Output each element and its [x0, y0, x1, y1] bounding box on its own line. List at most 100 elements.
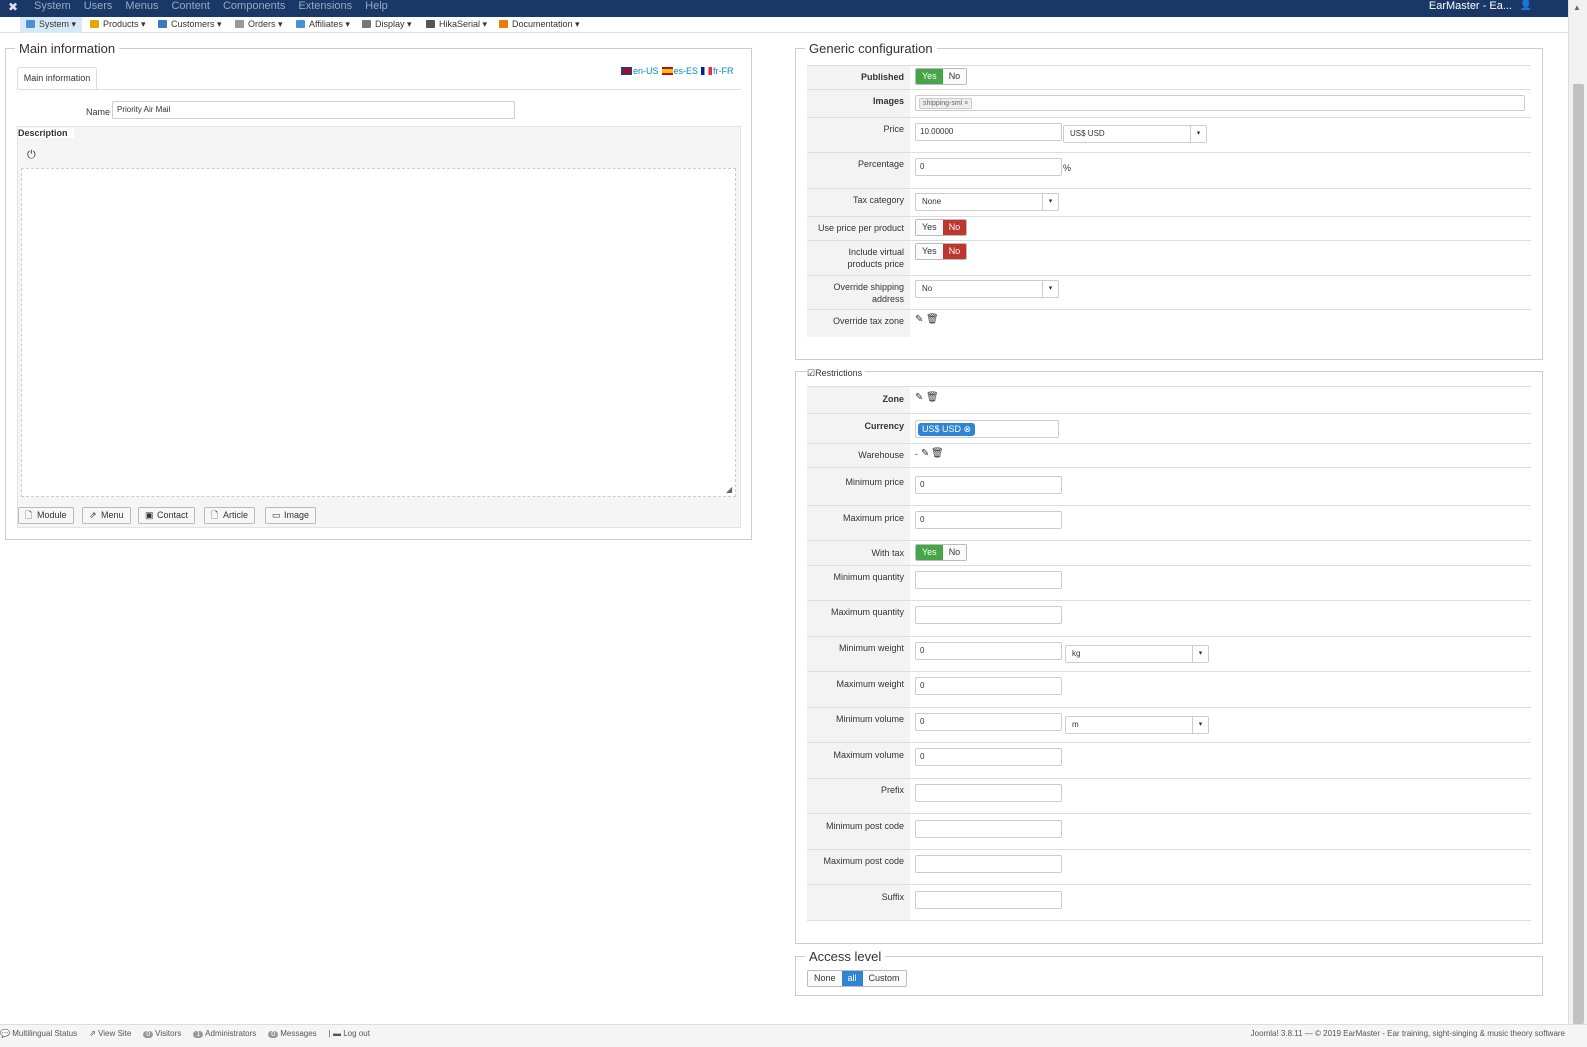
row-divider — [807, 565, 1531, 566]
visitors-status[interactable]: 0 Visitors — [143, 1029, 181, 1038]
price-input[interactable]: 10.00000 — [915, 123, 1062, 141]
multilingual-status-link[interactable]: 💬 Multilingual Status — [0, 1029, 77, 1038]
override-shipping-select[interactable]: No ▾ — [915, 280, 1059, 298]
image-button[interactable]: ▭ Image — [265, 507, 317, 524]
users-icon — [158, 20, 167, 28]
published-toggle[interactable]: Yes No — [915, 68, 968, 85]
module-button[interactable]: 🗋 Module — [18, 507, 74, 524]
warehouse-label: Warehouse — [858, 450, 904, 460]
max-price-input[interactable]: 0 — [915, 511, 1062, 529]
top-menu-users[interactable]: Users — [84, 0, 113, 12]
view-site-link[interactable]: ⇗ View Site — [89, 1029, 131, 1038]
top-menu-help[interactable]: Help — [365, 0, 388, 12]
hika-menu-products[interactable]: Products ▾ — [84, 17, 152, 33]
with-tax-no[interactable]: No — [942, 545, 967, 560]
power-icon[interactable]: ⏻ — [27, 149, 36, 162]
access-level-panel — [795, 956, 1543, 996]
top-menu-content[interactable]: Content — [171, 0, 210, 12]
hika-menu-system[interactable]: System ▾ — [20, 17, 83, 33]
messages-status[interactable]: 0 Messages — [268, 1029, 317, 1038]
hika-menu-orders[interactable]: Orders ▾ — [229, 17, 289, 33]
visitors-badge: 0 — [143, 1031, 154, 1038]
chevron-down-icon: ▾ — [1192, 646, 1208, 662]
trash-icon[interactable]: 🗑 — [926, 314, 939, 325]
top-menu-components[interactable]: Components — [223, 0, 285, 12]
menu-button[interactable]: ⇗ Menu — [82, 507, 131, 524]
trash-icon[interactable]: 🗑 — [926, 392, 939, 403]
lang-fr-fr[interactable]: fr-FR — [701, 66, 734, 76]
chevron-down-icon: ▾ — [1190, 126, 1206, 142]
tax-category-select[interactable]: None ▾ — [915, 193, 1059, 211]
page-scrollbar[interactable]: ▲ — [1568, 0, 1587, 1024]
trash-icon[interactable]: 🗑 — [931, 448, 944, 459]
weight-unit-select[interactable]: kg ▾ — [1065, 645, 1209, 663]
suffix-input[interactable] — [915, 891, 1062, 909]
row-divider — [807, 884, 1531, 885]
hika-menu-display[interactable]: Display ▾ — [356, 17, 418, 33]
include-virtual-toggle[interactable]: Yes No — [915, 243, 968, 260]
resize-handle-icon[interactable]: ◢ — [726, 485, 732, 494]
tab-main-information[interactable]: Main information — [17, 67, 97, 90]
include-virtual-yes[interactable]: Yes — [916, 244, 943, 259]
max-quantity-input[interactable] — [915, 606, 1062, 624]
images-field[interactable]: shipping-sml × — [915, 95, 1525, 111]
published-yes[interactable]: Yes — [916, 69, 943, 84]
use-price-yes[interactable]: Yes — [916, 220, 943, 235]
top-menu-system[interactable]: System — [34, 0, 71, 12]
name-input[interactable]: Priority Air Mail — [112, 101, 515, 119]
top-menu-extensions[interactable]: Extensions — [298, 0, 352, 12]
use-price-per-product-toggle[interactable]: Yes No — [915, 219, 968, 236]
max-weight-input[interactable]: 0 — [915, 677, 1062, 695]
min-quantity-input[interactable] — [915, 571, 1062, 589]
pencil-icon[interactable]: ✎ — [921, 448, 929, 459]
max-post-code-input[interactable] — [915, 855, 1062, 873]
user-icon[interactable]: 👤 — [1520, 0, 1532, 11]
use-price-no[interactable]: No — [942, 220, 967, 235]
pencil-icon[interactable]: ✎ — [915, 314, 923, 325]
administrators-status[interactable]: 1 Administrators — [193, 1029, 256, 1038]
hika-menu-documentation[interactable]: Documentation ▾ — [493, 17, 586, 33]
top-menu-menus[interactable]: Menus — [125, 0, 158, 12]
row-divider — [807, 309, 1531, 310]
joomla-logo-icon[interactable]: ✖ — [8, 0, 18, 14]
access-level-toggle[interactable]: None all Custom — [807, 970, 907, 987]
warehouse-value: - — [915, 449, 918, 459]
max-volume-input[interactable]: 0 — [915, 748, 1062, 766]
with-tax-yes[interactable]: Yes — [916, 545, 943, 560]
min-weight-input[interactable]: 0 — [915, 642, 1062, 660]
volume-unit-select[interactable]: m ▾ — [1065, 716, 1209, 734]
access-custom[interactable]: Custom — [862, 971, 906, 986]
scrollbar-thumb[interactable] — [1573, 84, 1584, 1024]
min-volume-input[interactable]: 0 — [915, 713, 1062, 731]
min-price-input[interactable]: 0 — [915, 476, 1062, 494]
pencil-icon[interactable]: ✎ — [915, 392, 923, 403]
price-currency-select[interactable]: US$ USD ▾ — [1063, 125, 1207, 143]
article-button[interactable]: 🗋 Article — [204, 507, 256, 524]
with-tax-toggle[interactable]: Yes No — [915, 544, 968, 561]
remove-tag-icon[interactable]: × — [964, 100, 968, 107]
hika-menu-customers[interactable]: Customers ▾ — [152, 17, 228, 33]
published-no[interactable]: No — [942, 69, 967, 84]
lang-es-es[interactable]: es-ES — [661, 66, 698, 76]
access-all[interactable]: all — [841, 971, 863, 986]
zone-label: Zone — [882, 394, 905, 404]
access-none[interactable]: None — [808, 971, 842, 986]
percentage-input[interactable]: 0 — [915, 158, 1062, 176]
lang-en-us[interactable]: en-US — [621, 66, 659, 76]
site-title-link[interactable]: EarMaster - Ea... — [1429, 0, 1512, 12]
spain-flag-icon — [661, 67, 673, 75]
logout-link[interactable]: | ▬ Log out — [329, 1029, 370, 1038]
include-virtual-no[interactable]: No — [942, 244, 967, 259]
row-divider — [807, 152, 1531, 153]
restrictions-checkbox[interactable]: ☑ — [807, 368, 815, 378]
price-label: Price — [883, 124, 904, 134]
prefix-input[interactable] — [915, 784, 1062, 802]
min-post-code-input[interactable] — [915, 820, 1062, 838]
description-textarea[interactable] — [21, 168, 736, 497]
remove-currency-icon[interactable]: ⊗ — [964, 424, 972, 434]
hika-menu-hikaserial[interactable]: HikaSerial ▾ — [420, 17, 493, 33]
documentation-icon — [499, 20, 508, 28]
contact-button[interactable]: ▣ Contact — [138, 507, 196, 524]
hika-menu-affiliates[interactable]: Affiliates ▾ — [290, 17, 356, 33]
scroll-up-icon[interactable]: ▲ — [1573, 3, 1581, 12]
